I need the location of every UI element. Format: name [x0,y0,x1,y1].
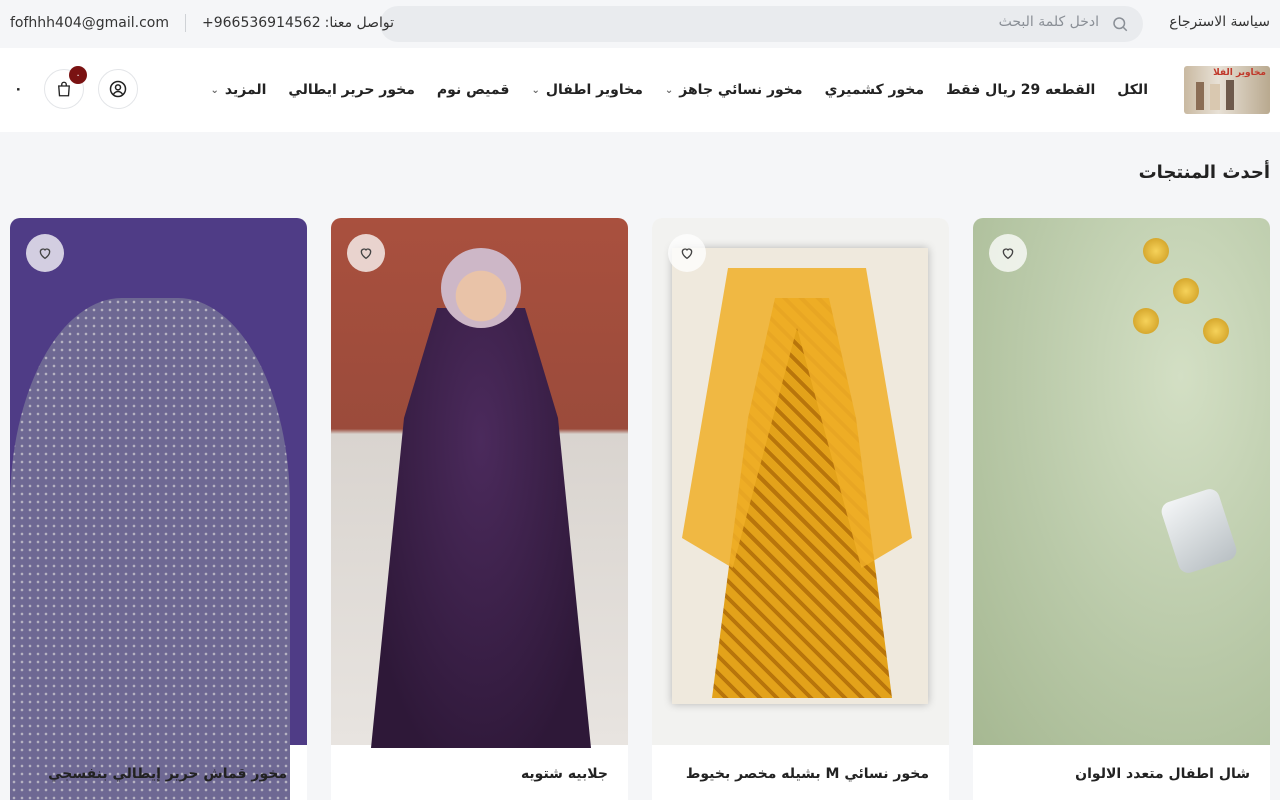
wishlist-button[interactable] [989,234,1027,272]
chevron-down-icon: ⌄ [531,84,540,96]
product-image-detail [1159,486,1239,576]
main-header: مخاوير الفلا الكل القطعه 29 ريال فقط مخو… [0,48,1280,132]
nav-item-more[interactable]: المزيد ⌄ [211,82,267,98]
heart-icon [39,248,51,260]
chevron-down-icon: ⌄ [210,84,219,96]
nav-item-italian-silk[interactable]: مخور حرير ايطالي [288,82,414,98]
product-card[interactable]: شال اطفال متعدد الالوان [973,218,1270,800]
nav-item-label: مخور نسائي جاهز [679,82,803,98]
search-input[interactable]: ادخل كلمة البحث [380,6,1143,42]
product-name[interactable]: شال اطفال متعدد الالوان [1075,766,1250,782]
nav-item-label: المزيد [224,82,267,98]
nav-item-label: قميص نوم [436,82,510,98]
product-image-detail [371,308,591,748]
cart-count-badge: ٠ [69,66,87,84]
search-icon [1113,17,1128,32]
contact-info: fofhhh404@gmail.com +966536914562 تواصل … [10,14,394,32]
nav-item-label: مخور حرير ايطالي [288,82,415,98]
logo-garment [1196,82,1204,110]
cart-total: ٠ [14,81,23,97]
search-placeholder: ادخل كلمة البحث [998,14,1099,30]
product-image-detail [10,298,290,800]
product-image[interactable] [973,218,1270,745]
product-image-detail [1143,238,1169,264]
product-card[interactable]: مخور قماش حرير إيطالي بنفسجي [10,218,307,800]
nav-item-label: مخور كشميري [824,82,925,98]
product-name[interactable]: مخور قماش حرير إيطالي بنفسجي [48,766,287,782]
product-image-detail [441,248,521,328]
top-bar: سياسة الاسترجاع ادخل كلمة البحث fofhhh40… [0,0,1280,48]
section-title: أحدث المنتجات [1138,162,1270,183]
store-logo[interactable]: مخاوير الفلا [1184,66,1270,114]
product-image[interactable] [652,218,949,745]
nav-item-label: الكل [1117,82,1148,98]
main-nav: الكل القطعه 29 ريال فقط مخور كشميري مخور… [211,48,1148,132]
logo-garment [1226,80,1234,110]
nav-item-29-riyal[interactable]: القطعه 29 ريال فقط [946,82,1095,98]
nav-item-label: مخاوير اطفال [545,82,643,98]
nav-item-nightgown[interactable]: قميص نوم [437,82,510,98]
user-icon [109,80,127,98]
cart-button[interactable]: ٠ [44,66,87,109]
logo-garment [1210,84,1220,110]
nav-item-all[interactable]: الكل [1117,82,1148,98]
contact-email[interactable]: fofhhh404@gmail.com [10,15,169,31]
return-policy-link[interactable]: سياسة الاسترجاع [1169,14,1270,30]
product-image[interactable] [331,218,628,748]
product-card[interactable]: جلابيه شتويه [331,218,628,800]
contact-phone[interactable]: +966536914562 [202,15,321,31]
heart-icon [1002,248,1014,260]
nav-item-label: القطعه 29 ريال فقط [946,82,1096,98]
heart-icon [360,248,372,260]
nav-item-kids[interactable]: مخاوير اطفال ⌄ [531,82,642,98]
account-button[interactable] [98,69,138,109]
product-image[interactable] [10,218,307,800]
product-name[interactable]: جلابيه شتويه [521,766,608,782]
wishlist-button[interactable] [26,234,64,272]
product-card[interactable]: مخور نسائي M بشيله مخصر بخيوط [652,218,949,800]
shopping-bag-icon [58,81,70,97]
logo-text: مخاوير الفلا [1213,68,1266,78]
wishlist-button[interactable] [668,234,706,272]
header-actions: ٠ ٠ [14,66,138,109]
contact-label: تواصل معنا: [324,15,395,31]
product-name[interactable]: مخور نسائي M بشيله مخصر بخيوط [686,766,929,782]
wishlist-button[interactable] [347,234,385,272]
heart-icon [681,248,693,260]
nav-item-cashmere[interactable]: مخور كشميري [825,82,925,98]
product-image-detail [1133,308,1159,334]
product-image-detail [1173,278,1199,304]
chevron-down-icon: ⌄ [664,84,674,96]
product-image-detail [1203,318,1229,344]
divider [185,14,186,32]
nav-item-women-ready[interactable]: مخور نسائي جاهز ⌄ [665,82,803,98]
